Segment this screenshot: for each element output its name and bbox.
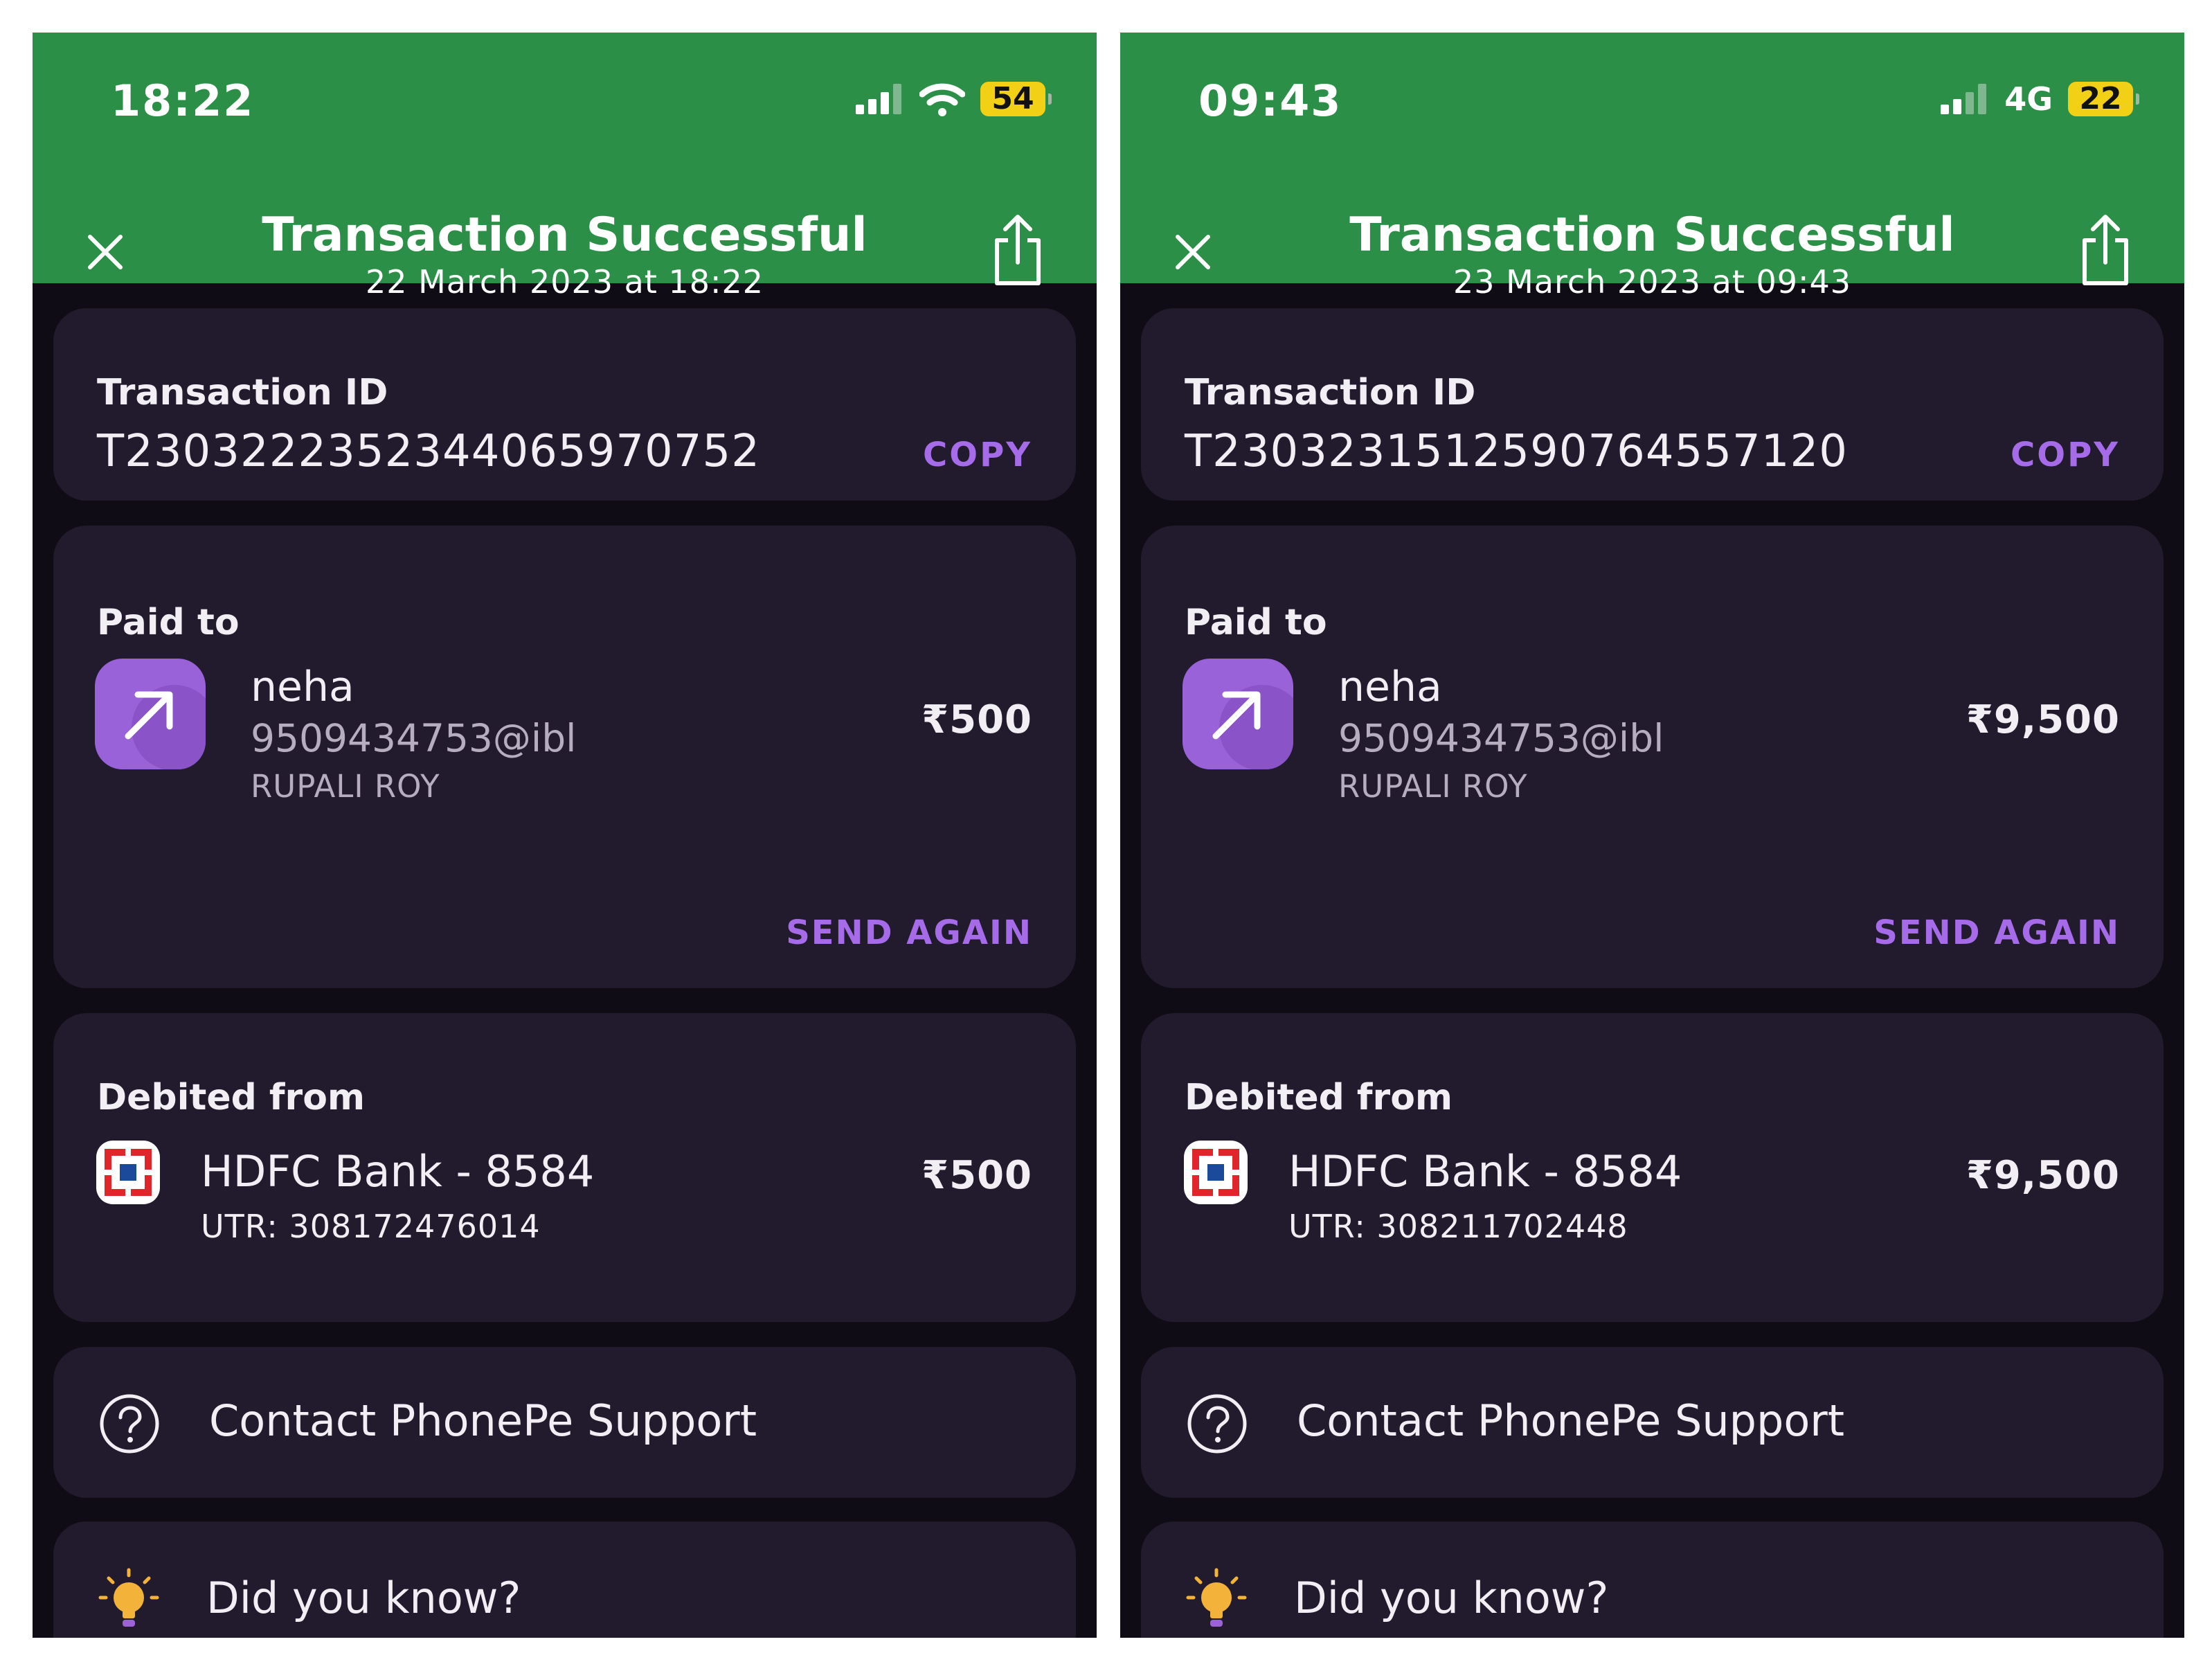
battery-indicator: 54 — [980, 82, 1052, 116]
did-you-know-row[interactable]: Did you know? — [1141, 1521, 2164, 1638]
battery-indicator: 22 — [2068, 82, 2139, 116]
header-bar: 09:43 4G 22 Transaction Successful 23 Ma… — [1120, 33, 2184, 301]
debited-from-card: Debited from HDFC Bank - 8584 UTR: 30817… — [53, 1013, 1076, 1322]
network-type: 4G — [2004, 80, 2053, 118]
debited-from-label: Debited from — [1185, 1077, 1453, 1118]
hdfc-bank-logo — [1184, 1141, 1248, 1204]
payee-upi-id: 9509434753@ibl — [251, 716, 577, 760]
debited-from-label: Debited from — [97, 1077, 366, 1118]
contact-support-label: Contact PhonePe Support — [1297, 1395, 1845, 1446]
transaction-id-card: Transaction ID T2303231512590764557120 C… — [1141, 308, 2164, 501]
transaction-id-value: T2303231512590764557120 — [1185, 426, 1848, 477]
payee-name: neha — [251, 663, 354, 711]
payee-bank-name: RUPALI ROY — [251, 768, 440, 805]
transaction-id-label: Transaction ID — [97, 372, 388, 413]
phone-screen-left: 18:22 54 Transaction Successful 22 March… — [33, 33, 1097, 1638]
status-time: 09:43 — [1198, 75, 1342, 126]
utr-number: UTR: 308211702448 — [1288, 1208, 1628, 1245]
phone-screen-right: 09:43 4G 22 Transaction Successful 23 Ma… — [1120, 33, 2184, 1638]
debited-from-card: Debited from HDFC Bank - 8584 UTR: 30821… — [1141, 1013, 2164, 1322]
payee-avatar — [95, 659, 206, 769]
transaction-datetime: 22 March 2023 at 18:22 — [365, 263, 764, 301]
signal-icon — [856, 84, 901, 114]
question-circle-icon — [1187, 1394, 1247, 1454]
bank-account-name: HDFC Bank - 8584 — [1288, 1146, 1682, 1197]
page-title: Transaction Successful — [262, 208, 867, 262]
wifi-icon — [919, 83, 965, 116]
lightbulb-icon — [98, 1568, 159, 1627]
send-again-button[interactable]: SEND AGAIN — [786, 913, 1032, 952]
paid-to-card: Paid to neha 9509434753@ibl RUPALI ROY ₹… — [1141, 526, 2164, 988]
payee-name: neha — [1338, 663, 1442, 711]
hdfc-bank-logo — [96, 1141, 160, 1204]
paid-amount: ₹500 — [921, 697, 1032, 742]
transaction-id-card: Transaction ID T2303222352344065970752 C… — [53, 308, 1076, 501]
page-title: Transaction Successful — [1349, 208, 1955, 262]
contact-support-row[interactable]: Contact PhonePe Support — [53, 1347, 1076, 1498]
send-again-button[interactable]: SEND AGAIN — [1873, 913, 2120, 952]
paid-to-label: Paid to — [97, 602, 240, 643]
contact-support-row[interactable]: Contact PhonePe Support — [1141, 1347, 2164, 1498]
header-bar: 18:22 54 Transaction Successful 22 March… — [33, 33, 1097, 301]
copy-button[interactable]: COPY — [923, 436, 1032, 474]
payee-avatar — [1183, 659, 1293, 769]
transaction-id-label: Transaction ID — [1185, 372, 1476, 413]
signal-icon — [1941, 84, 1987, 114]
arrow-up-right-icon — [1212, 685, 1293, 769]
arrow-up-right-icon — [125, 685, 206, 769]
status-icons: 54 — [856, 80, 1052, 118]
status-icons: 4G 22 — [1941, 80, 2139, 118]
paid-to-card: Paid to neha 9509434753@ibl RUPALI ROY ₹… — [53, 526, 1076, 988]
transaction-datetime: 23 March 2023 at 09:43 — [1453, 263, 1852, 301]
utr-number: UTR: 308172476014 — [201, 1208, 541, 1245]
did-you-know-row[interactable]: Did you know? — [53, 1521, 1076, 1638]
debited-amount: ₹500 — [921, 1153, 1032, 1198]
bank-account-name: HDFC Bank - 8584 — [201, 1146, 595, 1197]
transaction-id-value: T2303222352344065970752 — [97, 426, 760, 477]
paid-amount: ₹9,500 — [1966, 697, 2120, 742]
share-icon[interactable] — [989, 214, 1047, 287]
debited-amount: ₹9,500 — [1966, 1153, 2120, 1198]
paid-to-label: Paid to — [1185, 602, 1327, 643]
payee-upi-id: 9509434753@ibl — [1338, 716, 1664, 760]
status-time: 18:22 — [111, 75, 255, 126]
contact-support-label: Contact PhonePe Support — [209, 1395, 757, 1446]
share-icon[interactable] — [2076, 214, 2134, 287]
did-you-know-label: Did you know? — [206, 1573, 521, 1623]
question-circle-icon — [100, 1394, 159, 1454]
copy-button[interactable]: COPY — [2011, 436, 2120, 474]
payee-bank-name: RUPALI ROY — [1338, 768, 1528, 805]
did-you-know-label: Did you know? — [1294, 1573, 1609, 1623]
lightbulb-icon — [1186, 1568, 1247, 1627]
